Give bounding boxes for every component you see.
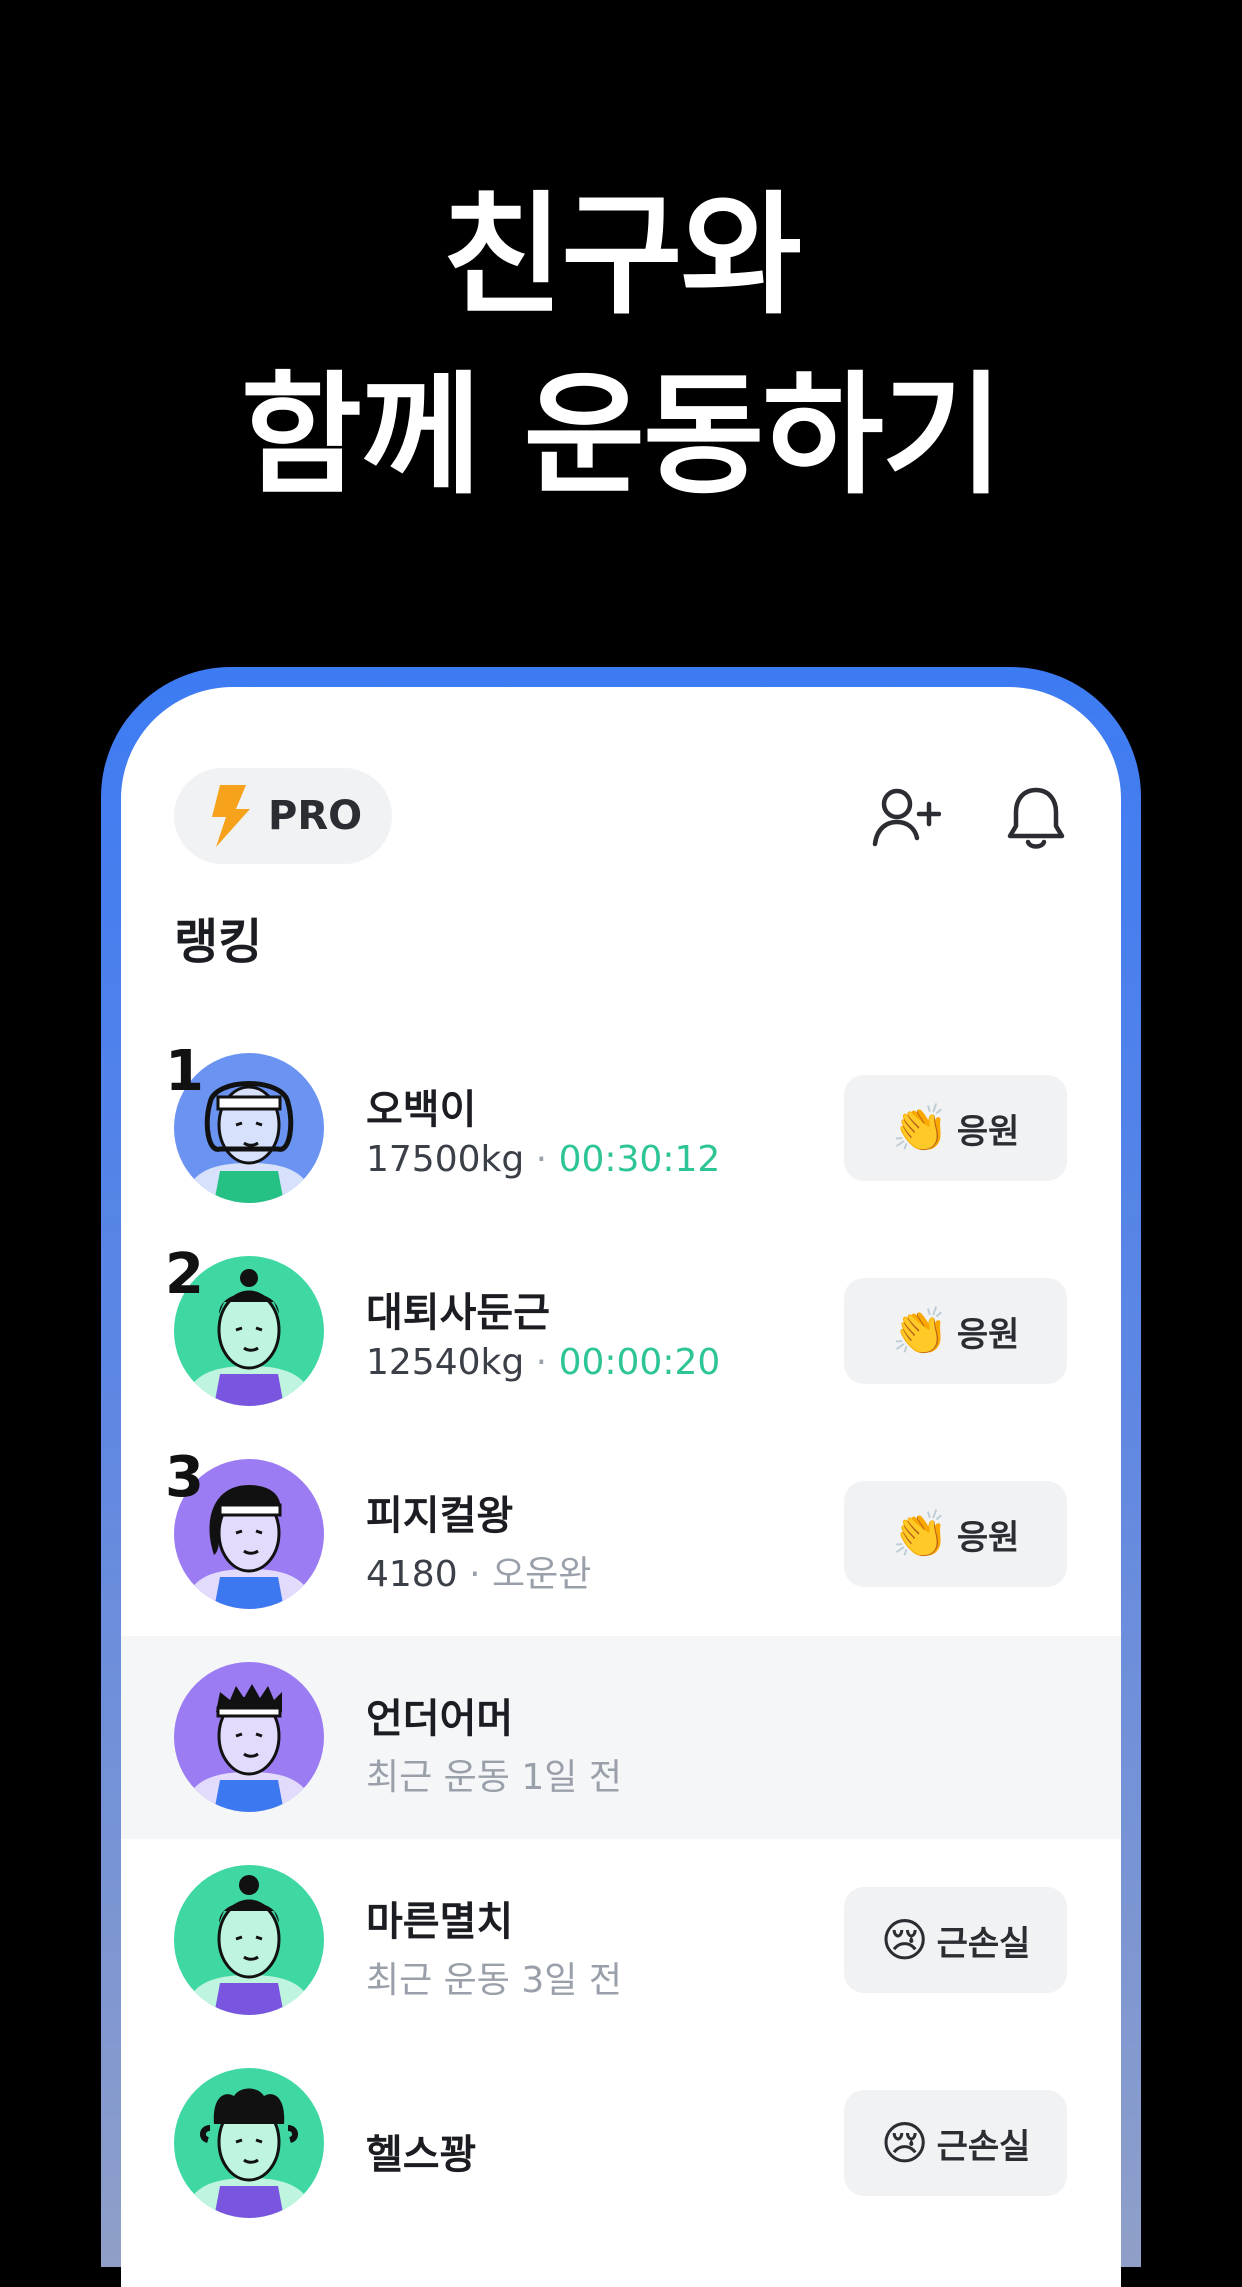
rank-number: 3 (165, 1445, 204, 1510)
friend-recent-activity: 최근 운동 1일 전 (366, 1748, 622, 1800)
phone-frame: PRO 랭킹 1 오백이 17500kg · 00:30:12 👏 응원 2 대… (101, 667, 1141, 2287)
clapping-hands-icon: 👏 (891, 1506, 949, 1561)
bell-icon[interactable] (1001, 782, 1071, 852)
friend-name: 대퇴사둔근 (366, 1290, 550, 1336)
separator: · (524, 1342, 559, 1383)
ranking-row[interactable]: 2 대퇴사둔근 12540kg · 00:00:20 👏 응원 (121, 1230, 1121, 1433)
friend-name: 헬스꽝 (366, 2132, 477, 2178)
separator: · (457, 1554, 492, 1595)
recent-workout: 최근 운동 1일 전 (366, 1757, 622, 1798)
workout-time: 00:30:12 (558, 1139, 721, 1180)
crying-face-icon: 😢 (880, 2116, 929, 2170)
add-friend-icon[interactable] (871, 782, 941, 852)
muscle-loss-button[interactable]: 😢 근손실 (844, 2090, 1067, 2196)
lightning-bolt-icon (212, 785, 250, 847)
headline-line-1: 친구와 (441, 179, 802, 333)
score: 4180 (366, 1554, 458, 1595)
ranking-row[interactable]: 헬스꽝 😢 근손실 (121, 2042, 1121, 2245)
ranking-row[interactable]: 마른멸치 최근 운동 3일 전 😢 근손실 (121, 1839, 1121, 2042)
friend-stats: 12540kg · 00:00:20 (366, 1342, 720, 1383)
cheer-button[interactable]: 👏 응원 (844, 1278, 1067, 1384)
cheer-button[interactable]: 👏 응원 (844, 1481, 1067, 1587)
avatar (174, 2068, 324, 2218)
crying-face-icon: 😢 (880, 1913, 929, 1967)
cheer-label: 응원 (956, 1314, 1020, 1355)
rank-number: 1 (165, 1039, 204, 1104)
friend-recent-activity: 최근 운동 3일 전 (366, 1951, 622, 2003)
muscle-loss-label: 근손실 (936, 1923, 1031, 1964)
friend-stats: 17500kg · 00:30:12 (366, 1139, 720, 1180)
headline-line-2: 함께 운동하기 (240, 359, 1004, 513)
workout-time: 00:00:20 (558, 1342, 721, 1383)
ranking-row[interactable]: 1 오백이 17500kg · 00:30:12 👏 응원 (121, 1027, 1121, 1230)
avatar (174, 1865, 324, 2015)
weight: 12540kg (366, 1342, 525, 1383)
muscle-loss-label: 근손실 (936, 2126, 1031, 2167)
friend-name: 언더어머 (366, 1696, 514, 1742)
ranking-title: 랭킹 (174, 914, 263, 970)
clapping-hands-icon: 👏 (891, 1303, 949, 1358)
weight: 17500kg (366, 1139, 525, 1180)
ranking-row-me[interactable]: 언더어머 최근 운동 1일 전 (121, 1636, 1121, 1839)
cheer-button[interactable]: 👏 응원 (844, 1075, 1067, 1181)
recent-workout: 최근 운동 3일 전 (366, 1960, 622, 2001)
avatar (174, 1662, 324, 1812)
separator: · (524, 1139, 559, 1180)
friend-name: 오백이 (366, 1087, 477, 1133)
friend-stats: 4180 · 오운완 (366, 1545, 591, 1597)
rank-number: 2 (165, 1242, 204, 1307)
friend-name: 피지컬왕 (366, 1493, 514, 1539)
muscle-loss-button[interactable]: 😢 근손실 (844, 1887, 1067, 1993)
clapping-hands-icon: 👏 (891, 1100, 949, 1155)
ranking-row[interactable]: 3 피지컬왕 4180 · 오운완 👏 응원 (121, 1433, 1121, 1636)
pro-label: PRO (268, 793, 363, 839)
workout-status: 오운완 (491, 1554, 592, 1595)
cheer-label: 응원 (956, 1111, 1020, 1152)
friend-name: 마른멸치 (366, 1899, 514, 1945)
cheer-label: 응원 (956, 1517, 1020, 1558)
app-screen: PRO 랭킹 1 오백이 17500kg · 00:30:12 👏 응원 2 대… (121, 687, 1121, 2287)
pro-button[interactable]: PRO (174, 768, 392, 864)
